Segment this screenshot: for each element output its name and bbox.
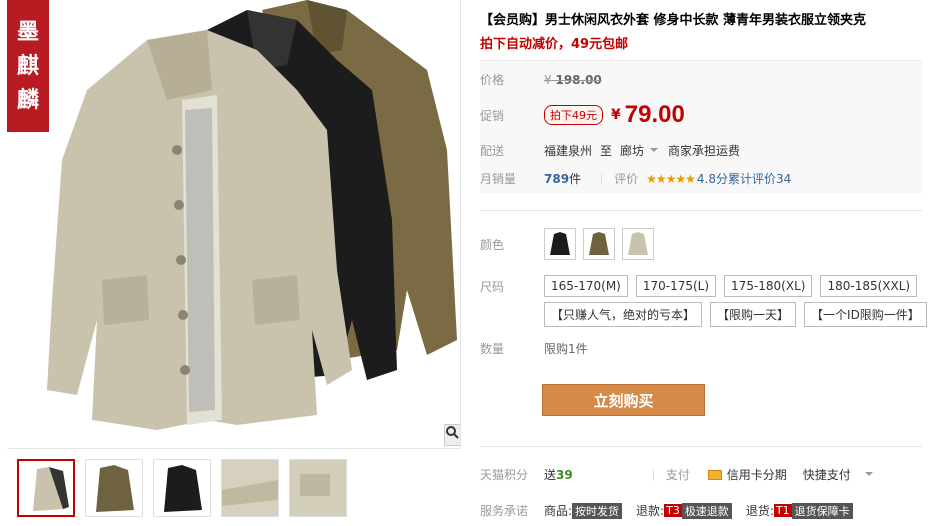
size-option-m[interactable]: 165-170(M) [544,275,628,297]
buy-now-button[interactable]: 立刻购买 [542,384,705,416]
jackets-illustration [47,0,457,430]
pay-label: 支付 [665,468,690,482]
size-option-xl[interactable]: 175-180(XL) [724,275,813,297]
currency-symbol: ¥ [611,107,621,123]
rating-link[interactable]: 4.8分累计评价34 [697,170,791,187]
service-return-code: T1 [773,504,792,517]
size-tag-3[interactable]: 【一个ID限购一件】 [804,302,927,327]
price-panel: 价格 ¥ 198.00 促销 拍下49元 ¥ 79.00 配送 福建泉州 至 廊… [480,60,922,193]
size-option-xxl[interactable]: 180-185(XXL) [820,275,918,297]
service-refund-code: T3 [664,504,682,517]
service-goods: 商品: [544,504,573,518]
sales-label: 月销量 [480,172,517,186]
thumbnail-4[interactable] [221,459,279,517]
thumbnail-3[interactable] [153,459,211,517]
color-option-olive[interactable] [583,228,615,260]
size-label: 尺码 [480,279,505,294]
shipping-to: 至 [600,144,613,158]
zoom-icon[interactable] [444,424,460,446]
shipping-destination[interactable]: 廊坊 [620,142,644,159]
credit-card-icon [707,469,722,480]
quantity-limit: 限购1件 [544,342,588,356]
divider [480,446,922,447]
thumbnail-2[interactable] [85,459,143,517]
original-price: ¥ 198.00 [544,72,602,87]
color-option-black[interactable] [544,228,576,260]
divider [480,210,922,211]
divider [601,172,603,185]
points-value: 39 [556,467,573,482]
thumbnail-5[interactable] [289,459,347,517]
product-info-panel: 【会员购】男士休闲风衣外套 修身中长款 薄青年男装衣服立领夹克 拍下自动减价，4… [480,0,930,526]
size-tag-2[interactable]: 【限购一天】 [710,302,797,327]
service-goods-badge[interactable]: 按时发货 [572,502,623,519]
current-price: 79.00 [624,101,685,128]
chevron-down-icon[interactable] [650,147,659,152]
service-refund: 退款: [636,504,665,518]
price-label: 价格 [480,73,505,87]
product-title: 【会员购】男士休闲风衣外套 修身中长款 薄青年男装衣服立领夹克 [480,13,867,28]
size-tag-1[interactable]: 【只赚人气，绝对的亏本】 [544,302,703,327]
quickpay-link[interactable]: 快捷支付 [803,466,851,483]
brand-seal-logo: 墨 麒 麟 [7,0,49,132]
service-label: 服务承诺 [480,504,529,518]
service-return: 退货: [745,504,774,518]
promo-badge: 拍下49元 [544,105,603,125]
size-option-l[interactable]: 170-175(L) [635,275,717,297]
thumbnail-1[interactable] [17,459,75,517]
shipping-note: 商家承担运费 [668,144,741,158]
promo-label: 促销 [480,108,505,123]
star-rating-icon: ★★★★★ [646,171,696,186]
shipping-origin: 福建泉州 [544,144,593,158]
product-main-image[interactable]: 墨 麒 麟 [7,0,461,448]
shipping-label: 配送 [480,144,505,158]
sales-count: 789 [544,171,570,186]
points-label: 天猫积分 [480,468,529,482]
divider [652,468,654,481]
thumbnail-strip [7,448,461,526]
color-label: 颜色 [480,237,505,252]
rating-label: 评价 [614,172,639,186]
chevron-down-icon[interactable] [864,471,873,476]
quantity-label: 数量 [480,342,505,356]
points-text: 送 [544,468,557,482]
product-subtitle: 拍下自动减价，49元包邮 [480,37,629,52]
color-option-khaki[interactable] [622,228,654,260]
service-refund-badge[interactable]: 极速退款 [681,502,732,519]
service-return-badge[interactable]: 退货保障卡 [791,502,853,519]
installment-link[interactable]: 信用卡分期 [727,466,787,483]
sales-unit: 件 [569,172,582,186]
